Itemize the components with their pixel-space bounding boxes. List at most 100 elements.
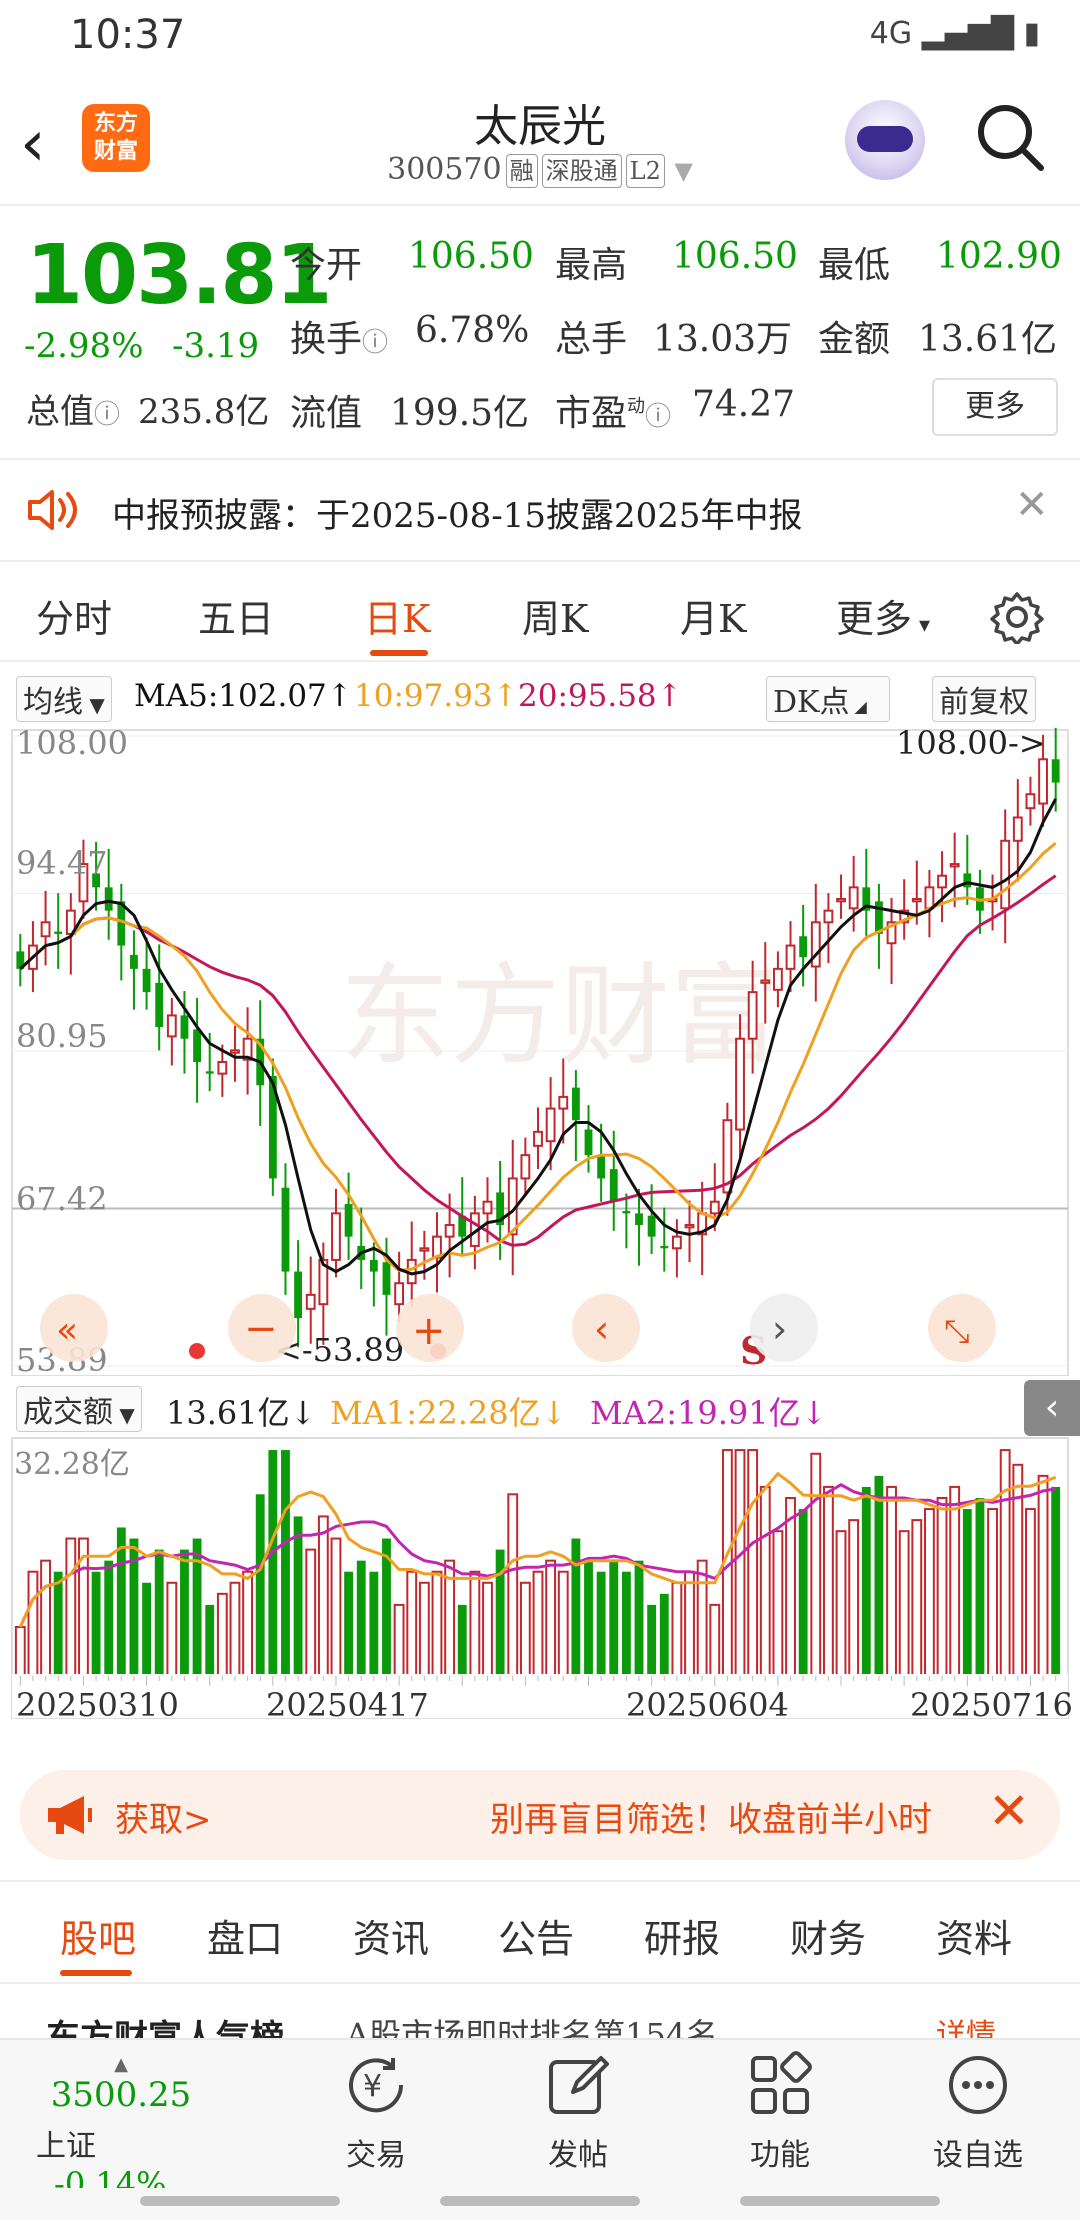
volume-bar (255, 1494, 265, 1686)
volume-bar (949, 1485, 961, 1687)
tab-monthly-k[interactable]: 月K (680, 588, 746, 643)
content-tabs: 股吧 盘口 资讯 公告 研报 财务 资料 (0, 1880, 1080, 1984)
gesture-bar (0, 2188, 1080, 2220)
nav-trade[interactable]: ¥ 交易 (316, 2050, 436, 2174)
svg-text:¥: ¥ (363, 2069, 382, 2104)
banner-text: 别再盲目筛选！收盘前半小时 (490, 1800, 932, 1840)
robot-assistant-icon[interactable] (845, 100, 925, 180)
candle-body (597, 1155, 606, 1179)
info-icon[interactable]: ⓘ (362, 328, 388, 358)
gear-icon[interactable] (990, 590, 1044, 644)
close-icon[interactable]: ✕ (988, 1782, 1030, 1840)
volume-bar (936, 1496, 948, 1687)
volume-bar (621, 1571, 631, 1686)
amount-value: 13.61亿 (918, 319, 1058, 360)
tab-intraday[interactable]: 分时 (36, 588, 112, 643)
nav-functions[interactable]: 功能 (720, 2050, 840, 2174)
volume-bar (647, 1604, 657, 1686)
volume-bar (457, 1604, 467, 1686)
status-time: 10:37 (70, 12, 186, 58)
candle-body (54, 931, 63, 934)
info-icon[interactable]: ⓘ (645, 402, 671, 432)
ma-selector[interactable]: 均线 ▼ (16, 676, 112, 722)
dk-point-button[interactable]: DK点 ◢ (766, 676, 890, 722)
chevron-down-icon: ▼ (674, 157, 693, 185)
tab-news[interactable]: 资讯 (353, 1908, 429, 1963)
volume-bar (216, 1592, 228, 1688)
last-price: 103.81 (26, 228, 332, 323)
candle-body (40, 921, 51, 938)
signal-dot (189, 1343, 205, 1359)
tab-guba[interactable]: 股吧 (60, 1908, 136, 1963)
float-label: 流值 (290, 393, 363, 434)
turnover-value: 6.78% (415, 310, 530, 351)
svg-text:−: − (244, 1306, 278, 1352)
candle-body (924, 886, 935, 910)
volume-bar (229, 1581, 241, 1688)
y-label-2: 80.95 (16, 1017, 108, 1055)
volume-bar (962, 1509, 972, 1686)
chart-tabs: 分时 五日 日K 周K 月K 更多 ▾ (0, 570, 1080, 662)
volume-bar (584, 1560, 593, 1686)
header: ‹ 东方 财富 太辰光 300570 融深股通 L2 ▼ (0, 72, 1080, 206)
kline-chart[interactable]: 东方财富 108.00 94.47 80.95 67.42 53.89 108.… (0, 724, 1080, 1376)
candle-body (545, 1107, 556, 1143)
zoom-out-button[interactable]: − (228, 1294, 296, 1362)
promo-banner[interactable]: 获取> 别再盲目筛选！收盘前半小时 ✕ (20, 1770, 1060, 1860)
volume-bar (822, 1485, 834, 1687)
volume-bar (40, 1559, 51, 1687)
tab-research[interactable]: 研报 (644, 1908, 720, 1963)
tab-announcements[interactable]: 公告 (498, 1908, 574, 1963)
fullscreen-icon[interactable]: ⤡ (928, 1294, 996, 1362)
tab-profile[interactable]: 资料 (936, 1908, 1012, 1963)
tab-daily-k[interactable]: 日K (364, 588, 430, 643)
change-percent: -2.98% (24, 326, 144, 366)
nav-post[interactable]: 发帖 (518, 2050, 638, 2174)
volume-bar (469, 1570, 481, 1687)
candle-body (344, 1204, 353, 1237)
robot-face (857, 126, 913, 152)
volume-bar (142, 1582, 151, 1686)
signal-icon: ▂▄▆█ (921, 16, 1014, 51)
candle-body (104, 887, 113, 911)
nav-add-watchlist[interactable]: 设自选 (918, 2050, 1038, 2174)
volume-bar (281, 1450, 290, 1686)
tab-weekly-k[interactable]: 周K (522, 588, 588, 643)
close-icon[interactable]: ✕ (1015, 482, 1049, 528)
search-icon[interactable] (975, 102, 1045, 172)
volume-max-label: 32.28亿 (14, 1447, 130, 1482)
volume-bar (810, 1452, 822, 1687)
volume-bar (596, 1571, 606, 1686)
rewind-button[interactable]: « (40, 1294, 108, 1362)
edit-icon (549, 2056, 609, 2114)
candle-body (823, 909, 834, 924)
tab-more[interactable]: 更多 ▾ (836, 588, 930, 643)
banner-label[interactable]: 获取> (115, 1792, 212, 1841)
candle-body (444, 1224, 455, 1238)
index-widget[interactable]: ▲ 3500.25 上证 -0.14% (36, 2054, 206, 2203)
tab-finance[interactable]: 财务 (790, 1908, 866, 1963)
volume-bar (975, 1497, 985, 1686)
pe-label-text: 市盈 (555, 393, 628, 434)
candle-body (394, 1282, 405, 1306)
next-button[interactable]: › (750, 1294, 818, 1362)
more-button[interactable]: 更多 (932, 378, 1058, 436)
volume-chart[interactable]: 32.28亿 20250310 20250417 20250604 202507… (0, 1388, 1080, 1758)
volume-bar (798, 1509, 808, 1686)
candle-body (660, 1245, 669, 1249)
candle-body (609, 1169, 618, 1202)
prev-button[interactable]: ‹ (572, 1294, 640, 1362)
volume-bar (987, 1508, 998, 1687)
volume-bar (785, 1496, 796, 1687)
candle-body (772, 967, 783, 991)
zoom-in-button[interactable]: + (396, 1294, 464, 1362)
notice-bar[interactable]: 中报预披露：于2025-08-15披露2025年中报 ✕ (0, 458, 1080, 562)
info-icon[interactable]: ⓘ (94, 400, 120, 430)
ma-indicator-row: 均线 ▼ MA5:102.07↑ 10:97.93↑ 20:95.58↑ DK点… (0, 670, 1080, 724)
volume-bar (874, 1475, 884, 1686)
adjust-button[interactable]: 前复权 (932, 676, 1036, 722)
tab-orderbook[interactable]: 盘口 (207, 1908, 283, 1963)
volume-bar (532, 1570, 544, 1687)
tab-five-day[interactable]: 五日 (198, 588, 274, 643)
x-label-0: 20250310 (16, 1686, 179, 1724)
